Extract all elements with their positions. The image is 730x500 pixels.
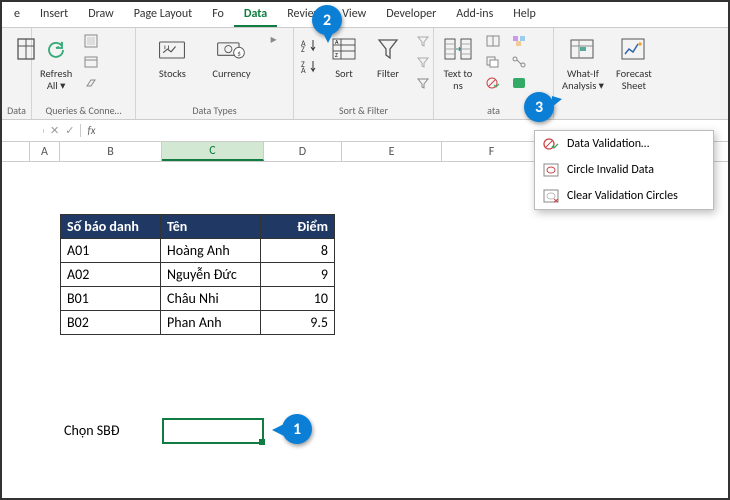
col-header-b[interactable]: B — [60, 142, 162, 161]
currency-button[interactable]: $ Currency — [208, 32, 254, 82]
data-validation-menu: Data Validation… Circle Invalid Data Cle… — [534, 130, 714, 210]
group-label-data: Data — [6, 103, 27, 118]
refresh-all-button[interactable]: Refresh All ▾ — [36, 32, 76, 94]
col-header-a[interactable]: A — [30, 142, 60, 161]
filter-icon — [372, 34, 404, 66]
data-validation-icon — [485, 75, 501, 91]
table-row: A02Nguyễn Đức9 — [61, 263, 335, 287]
th-sbd: Số báo danh — [61, 215, 161, 239]
tab-formulas-partial[interactable]: Fo — [202, 3, 234, 27]
relationships-small[interactable] — [508, 53, 530, 71]
table-row: B01Châu Nhi10 — [61, 287, 335, 311]
callout-2: 2 — [312, 5, 342, 35]
name-box[interactable] — [2, 129, 44, 133]
tab-file-partial[interactable]: e — [4, 3, 30, 27]
menu-data-validation[interactable]: Data Validation… — [535, 131, 713, 157]
currency-icon: $ — [215, 34, 247, 66]
col-header-f[interactable]: F — [442, 142, 542, 161]
cell[interactable]: A01 — [61, 239, 161, 263]
group-label-sortfilter: Sort & Filter — [298, 103, 429, 118]
cell[interactable]: B02 — [61, 311, 161, 335]
svg-text:Z: Z — [335, 51, 338, 59]
tab-addins[interactable]: Add-ins — [446, 3, 503, 27]
th-diem: Điểm — [261, 215, 335, 239]
svg-text:A: A — [301, 66, 306, 73]
chon-sbd-label: Chọn SBĐ — [64, 422, 120, 439]
th-ten: Tên — [161, 215, 261, 239]
fx-controls[interactable]: ✕✓ — [44, 124, 81, 137]
stocks-button[interactable]: Stocks — [152, 32, 192, 82]
col-header-d[interactable]: D — [264, 142, 342, 161]
text-to-columns-button[interactable]: Text to ns — [438, 32, 478, 94]
filter-button[interactable]: Filter — [368, 32, 408, 82]
table-row: B02Phan Anh9.5 — [61, 311, 335, 335]
callout-3: 3 — [524, 92, 554, 122]
stocks-icon — [156, 34, 188, 66]
fx-label: fx — [81, 124, 95, 137]
data-table: Số báo danh Tên Điểm A01Hoàng Anh8 A02Ng… — [60, 214, 335, 335]
reapply-small[interactable] — [412, 53, 434, 71]
svg-text:Z: Z — [301, 45, 305, 52]
callout-1: 1 — [282, 414, 312, 444]
flash-fill-small[interactable] — [482, 32, 504, 50]
cell[interactable]: Châu Nhi — [161, 287, 261, 311]
whatif-analysis-button[interactable]: What-If Analysis ▾ — [558, 32, 608, 94]
selected-cell[interactable] — [162, 418, 264, 444]
table-row: A01Hoàng Anh8 — [61, 239, 335, 263]
refresh-icon — [40, 34, 72, 66]
select-all-corner[interactable] — [2, 142, 30, 161]
consolidate-small[interactable] — [508, 32, 530, 50]
cell[interactable]: 8 — [261, 239, 335, 263]
manage-data-model-small[interactable] — [508, 74, 530, 92]
group-label-forecast — [558, 116, 668, 118]
ribbon-tabs: e Insert Draw Page Layout Fo Data Review… — [2, 2, 728, 28]
ribbon: Data Refresh All ▾ Queries & Conne… Stoc… — [2, 28, 728, 120]
sort-asc-button[interactable]: AZ — [298, 36, 320, 54]
menu-clear-circles[interactable]: Clear Validation Circles — [535, 183, 713, 209]
cell[interactable]: 9 — [261, 263, 335, 287]
tab-developer[interactable]: Developer — [376, 3, 446, 27]
data-validation-small[interactable] — [482, 74, 504, 92]
group-label-datatypes: Data Types — [140, 103, 289, 118]
cell[interactable]: Hoàng Anh — [161, 239, 261, 263]
circle-invalid-icon — [543, 162, 559, 178]
clear-circles-icon — [543, 188, 559, 204]
properties-small[interactable] — [80, 53, 102, 71]
cell[interactable]: Phan Anh — [161, 311, 261, 335]
col-header-e[interactable]: E — [342, 142, 442, 161]
text-to-columns-icon — [442, 34, 474, 66]
remove-dup-small[interactable] — [482, 53, 504, 71]
forecast-sheet-button[interactable]: Forecast Sheet — [612, 32, 656, 94]
sort-desc-button[interactable]: ZA — [298, 57, 320, 75]
cell[interactable]: Nguyễn Đức — [161, 263, 261, 287]
tab-data[interactable]: Data — [234, 3, 277, 27]
whatif-icon — [567, 34, 599, 66]
queries-conn-small[interactable] — [80, 32, 102, 50]
tab-insert[interactable]: Insert — [30, 3, 78, 27]
svg-text:$: $ — [238, 48, 242, 57]
cell[interactable]: 10 — [261, 287, 335, 311]
menu-circle-invalid[interactable]: Circle Invalid Data — [535, 157, 713, 183]
cell[interactable]: B01 — [61, 287, 161, 311]
svg-text:A: A — [335, 38, 339, 46]
col-header-c[interactable]: C — [162, 142, 264, 161]
cell[interactable]: A02 — [61, 263, 161, 287]
forecast-icon — [618, 34, 650, 66]
tab-draw[interactable]: Draw — [78, 3, 124, 27]
group-label-queries: Queries & Conne… — [36, 103, 131, 118]
sort-asc-icon: AZ — [301, 37, 317, 53]
tab-page-layout[interactable]: Page Layout — [124, 3, 202, 27]
advanced-small[interactable] — [412, 74, 434, 92]
data-validation-icon — [543, 136, 559, 152]
sort-desc-icon: ZA — [301, 58, 317, 74]
tab-help[interactable]: Help — [503, 3, 546, 27]
clear-filter-small[interactable] — [412, 32, 434, 50]
edit-links-small[interactable] — [80, 74, 102, 92]
cell[interactable]: 9.5 — [261, 311, 335, 335]
